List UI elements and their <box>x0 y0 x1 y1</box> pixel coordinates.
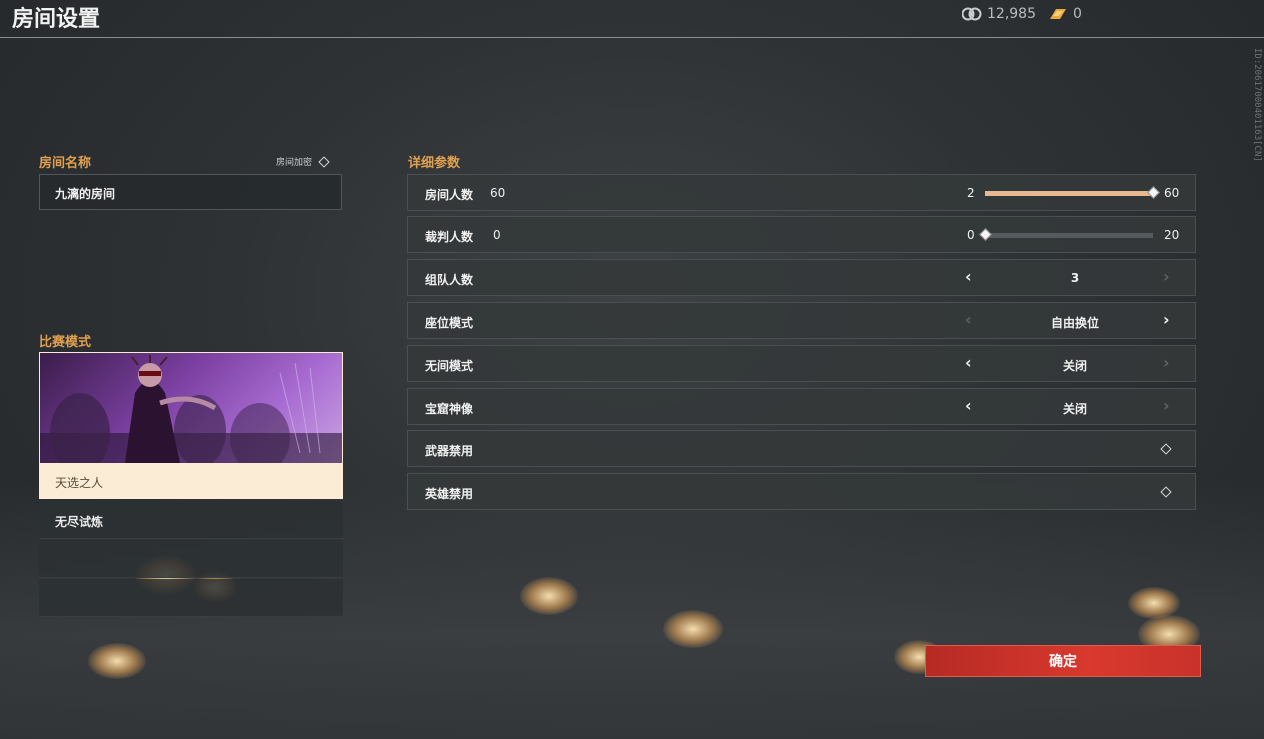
wujian-mode-label: 无间模式 <box>425 359 474 373</box>
ticket-icon <box>1050 9 1066 19</box>
referees-label: 裁判人数 <box>425 230 474 244</box>
hero-ban-row[interactable]: 英雄禁用 <box>407 473 1196 510</box>
mode-list-item-empty[interactable] <box>39 579 343 617</box>
seat-mode-row: 座位模式 ‹ 自由换位 › <box>407 302 1196 339</box>
room-players-label: 房间人数 <box>425 188 474 202</box>
mode-artwork <box>40 353 342 463</box>
lantern-light <box>520 577 578 615</box>
ticket-amount: 0 <box>1073 6 1082 22</box>
diamond-toggle-icon <box>318 155 330 168</box>
match-mode-section-label: 比赛模式 <box>39 335 92 350</box>
diamond-toggle-icon[interactable] <box>1160 486 1172 498</box>
room-players-slider[interactable] <box>985 186 1160 199</box>
room-lock-label: 房间加密 <box>276 158 313 168</box>
chevron-right-icon[interactable]: › <box>1163 353 1170 372</box>
mode-artwork-illustration <box>40 355 342 463</box>
player-id-text: ID:20617000401163[CN] <box>1252 48 1262 162</box>
statue-value: 关闭 <box>1062 402 1087 416</box>
chevron-right-icon[interactable]: › <box>1163 310 1170 329</box>
team-size-label: 组队人数 <box>425 273 474 287</box>
referees-row: 裁判人数 0 0 20 <box>407 216 1196 253</box>
slider-fill <box>985 191 1153 196</box>
chevron-right-icon[interactable]: › <box>1163 267 1170 286</box>
room-players-value: 60 <box>490 186 506 200</box>
hero-ban-label: 英雄禁用 <box>425 487 474 501</box>
lantern-light <box>663 610 723 648</box>
mode-list-item-empty[interactable] <box>39 540 343 578</box>
chevron-left-icon[interactable]: ‹ <box>965 353 972 372</box>
chevron-left-icon[interactable]: ‹ <box>965 267 972 286</box>
chevron-left-icon[interactable]: ‹ <box>965 310 972 329</box>
mode-list-item[interactable]: 无尽试炼 <box>39 501 343 539</box>
statue-label: 宝窟神像 <box>425 402 474 416</box>
room-name-value: 九漓的房间 <box>55 187 116 201</box>
coin-balance: 12,985 <box>962 6 1036 22</box>
params-section-label: 详细参数 <box>408 156 461 171</box>
room-lock-toggle[interactable]: 房间加密 <box>276 155 330 168</box>
page-title: 房间设置 <box>12 7 101 32</box>
chevron-left-icon[interactable]: ‹ <box>965 396 972 415</box>
room-players-max: 60 <box>1164 186 1180 200</box>
seat-mode-label: 座位模式 <box>425 316 474 330</box>
statue-row: 宝窟神像 ‹ 关闭 › <box>407 388 1196 425</box>
referees-value: 0 <box>493 228 501 242</box>
room-players-row: 房间人数 60 2 60 <box>407 174 1196 211</box>
lantern-light <box>88 643 146 679</box>
ticket-balance: 0 <box>1048 6 1082 22</box>
mode-card-label: 天选之人 <box>55 476 104 490</box>
referees-max: 20 <box>1164 228 1180 242</box>
diamond-toggle-icon[interactable] <box>1160 443 1172 455</box>
mode-list-item-label: 无尽试炼 <box>55 515 104 529</box>
room-players-min: 2 <box>967 186 975 200</box>
coin-amount: 12,985 <box>987 6 1036 22</box>
weapon-ban-label: 武器禁用 <box>425 444 474 458</box>
seat-mode-value: 自由换位 <box>1050 316 1099 330</box>
team-size-row: 组队人数 ‹ 3 › <box>407 259 1196 296</box>
slider-handle[interactable] <box>979 228 992 241</box>
weapon-ban-row[interactable]: 武器禁用 <box>407 430 1196 467</box>
slider-handle[interactable] <box>1147 186 1160 199</box>
referees-slider[interactable] <box>979 228 1153 241</box>
team-size-value: 3 <box>1070 271 1080 285</box>
top-bar: 房间设置 12,985 0 <box>0 0 1264 38</box>
confirm-button[interactable]: 确定 <box>925 645 1201 677</box>
wujian-mode-value: 关闭 <box>1062 359 1087 373</box>
room-name-section-label: 房间名称 <box>39 156 92 171</box>
wujian-mode-row: 无间模式 ‹ 关闭 › <box>407 345 1196 382</box>
room-name-input[interactable]: 九漓的房间 <box>39 174 342 210</box>
coin-icon <box>962 7 982 21</box>
chevron-right-icon[interactable]: › <box>1163 396 1170 415</box>
mode-card-selected[interactable]: 天选之人 <box>39 352 343 499</box>
referees-min: 0 <box>967 228 975 242</box>
